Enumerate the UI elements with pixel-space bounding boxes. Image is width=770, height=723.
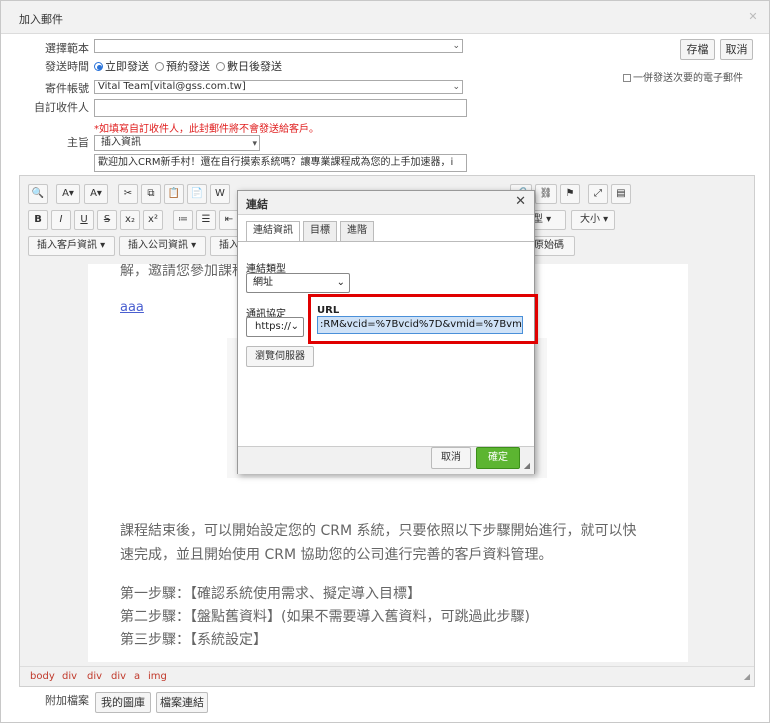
radio-icon bbox=[216, 62, 225, 71]
radio-send-now[interactable]: 立即發送 bbox=[94, 58, 149, 74]
bullet-list-icon[interactable]: ☰ bbox=[196, 210, 216, 230]
send-time-label: 發送時間 bbox=[45, 60, 89, 73]
send-next-checkbox[interactable]: 一併發送次要的電子郵件 bbox=[623, 69, 743, 84]
sender-select[interactable]: Vital Team[vital@gss.com.tw] ⌄ bbox=[94, 80, 463, 94]
content-step3: 第三步驟：【系統設定】 bbox=[120, 632, 267, 648]
chevron-down-icon: ⌄ bbox=[452, 41, 460, 51]
paste-text-icon[interactable]: 📄 bbox=[187, 184, 207, 204]
paste-icon[interactable]: 📋 bbox=[164, 184, 184, 204]
insert-customer-info-dropdown[interactable]: 插入客戶資訊 ▾ bbox=[28, 236, 115, 256]
close-icon[interactable]: ✕ bbox=[747, 11, 759, 23]
protocol-select[interactable]: https://⌄ bbox=[246, 317, 304, 337]
copy-icon[interactable]: ⧉ bbox=[141, 184, 161, 204]
checkbox-icon bbox=[623, 74, 631, 82]
path-div[interactable]: div bbox=[111, 671, 126, 682]
paste-word-icon[interactable]: W bbox=[210, 184, 230, 204]
show-blocks-icon[interactable]: ▤ bbox=[611, 184, 631, 204]
size-dropdown[interactable]: 大小 ▾ bbox=[571, 210, 615, 230]
radio-icon bbox=[155, 62, 164, 71]
content-paragraph-line1: 課程結束後，可以開始設定您的 CRM 系統，只要依照以下步驟開始進行，就可以快 bbox=[120, 523, 637, 539]
path-a[interactable]: a bbox=[134, 671, 140, 682]
tab-advanced[interactable]: 進階 bbox=[340, 221, 374, 241]
outdent-icon[interactable]: ⇤ bbox=[219, 210, 239, 230]
file-link-button[interactable]: 檔案連結 bbox=[156, 692, 208, 713]
dialog-title: 加入郵件 bbox=[19, 13, 63, 26]
resize-grip-icon[interactable]: ◢ bbox=[744, 672, 750, 681]
subject-input[interactable]: 歡迎加入CRM新手村！還在自行摸索系統嗎？讓專業課程成為您的上手加速器，i bbox=[94, 154, 467, 172]
browse-server-button[interactable]: 瀏覽伺服器 bbox=[246, 346, 314, 367]
path-div[interactable]: div bbox=[87, 671, 102, 682]
content-link[interactable]: aaa bbox=[120, 300, 144, 315]
tab-target[interactable]: 目標 bbox=[303, 221, 337, 241]
numbered-list-icon[interactable]: ≔ bbox=[173, 210, 193, 230]
strike-icon[interactable]: S bbox=[97, 210, 117, 230]
underline-icon[interactable]: U bbox=[74, 210, 94, 230]
chevron-down-icon: ⌄ bbox=[336, 277, 345, 288]
content-step1: 第一步驟：【確認系統使用需求、擬定導入目標】 bbox=[120, 586, 421, 602]
recipient-input[interactable] bbox=[94, 99, 467, 117]
my-gallery-button[interactable]: 我的圖庫 bbox=[95, 692, 151, 713]
superscript-icon[interactable]: x² bbox=[143, 210, 163, 230]
template-select[interactable]: ⌄ bbox=[94, 39, 463, 53]
radio-scheduled[interactable]: 預約發送 bbox=[155, 58, 210, 74]
save-button[interactable]: 存檔 bbox=[680, 39, 715, 60]
text-color-icon[interactable]: A▾ bbox=[56, 184, 80, 204]
dialog-titlebar: 加入郵件 ✕ bbox=[1, 1, 769, 34]
link-dialog-titlebar: 連結 ✕ bbox=[238, 191, 534, 215]
radio-selected-icon bbox=[94, 62, 103, 71]
cut-icon[interactable]: ✂ bbox=[118, 184, 138, 204]
maximize-icon[interactable]: ⤢ bbox=[588, 184, 608, 204]
preview-icon[interactable]: 🔍 bbox=[28, 184, 48, 204]
cancel-button[interactable]: 取消 bbox=[720, 39, 753, 60]
chevron-down-icon: ▾ bbox=[252, 139, 257, 149]
sender-label: 寄件帳號 bbox=[45, 82, 89, 95]
subject-label: 主旨 bbox=[67, 136, 89, 149]
radio-days-later[interactable]: 數日後發送 bbox=[216, 58, 282, 74]
insert-company-info-dropdown[interactable]: 插入公司資訊 ▾ bbox=[119, 236, 206, 256]
link-dialog-title: 連結 bbox=[246, 198, 268, 211]
content-line-partial: 解，邀請您參加課程 bbox=[120, 264, 246, 279]
path-img[interactable]: img bbox=[148, 671, 167, 682]
insert-info-select[interactable]: 插入資訊 ▾ bbox=[94, 135, 260, 151]
tab-link-info[interactable]: 連結資訊 bbox=[246, 221, 300, 242]
resize-grip-icon[interactable]: ◢ bbox=[524, 461, 530, 470]
highlight-frame bbox=[308, 294, 538, 344]
subscript-icon[interactable]: x₂ bbox=[120, 210, 140, 230]
unlink-icon[interactable]: ⛓ bbox=[535, 184, 557, 204]
path-div[interactable]: div bbox=[62, 671, 77, 682]
path-body[interactable]: body bbox=[30, 671, 55, 682]
dialog-ok-button[interactable]: 確定 bbox=[476, 447, 520, 469]
content-step2: 第二步驟：【盤點舊資料】(如果不需要導入舊資料，可跳過此步驟) bbox=[120, 609, 530, 625]
chevron-down-icon: ⌄ bbox=[452, 82, 460, 92]
chevron-down-icon: ⌄ bbox=[290, 321, 299, 332]
bold-icon[interactable]: B bbox=[28, 210, 48, 230]
template-label: 選擇範本 bbox=[45, 42, 89, 55]
anchor-icon[interactable]: ⚑ bbox=[560, 184, 580, 204]
italic-icon[interactable]: I bbox=[51, 210, 71, 230]
content-paragraph-line2: 速完成，並且開始使用 CRM 協助您的公司進行完善的客戶資料管理。 bbox=[120, 547, 553, 563]
bg-color-icon[interactable]: A▾ bbox=[84, 184, 108, 204]
recipient-label: 自訂收件人 bbox=[34, 101, 89, 114]
dialog-cancel-button[interactable]: 取消 bbox=[431, 447, 471, 469]
recipient-warning: *如填寫自訂收件人，此封郵件將不會發送給客戶。 bbox=[94, 124, 319, 135]
link-type-select[interactable]: 網址 ⌄ bbox=[246, 273, 350, 293]
close-icon[interactable]: ✕ bbox=[515, 194, 526, 209]
element-path-bar: body div div div a img ◢ bbox=[20, 666, 754, 686]
attachments-label: 附加檔案 bbox=[45, 694, 89, 707]
